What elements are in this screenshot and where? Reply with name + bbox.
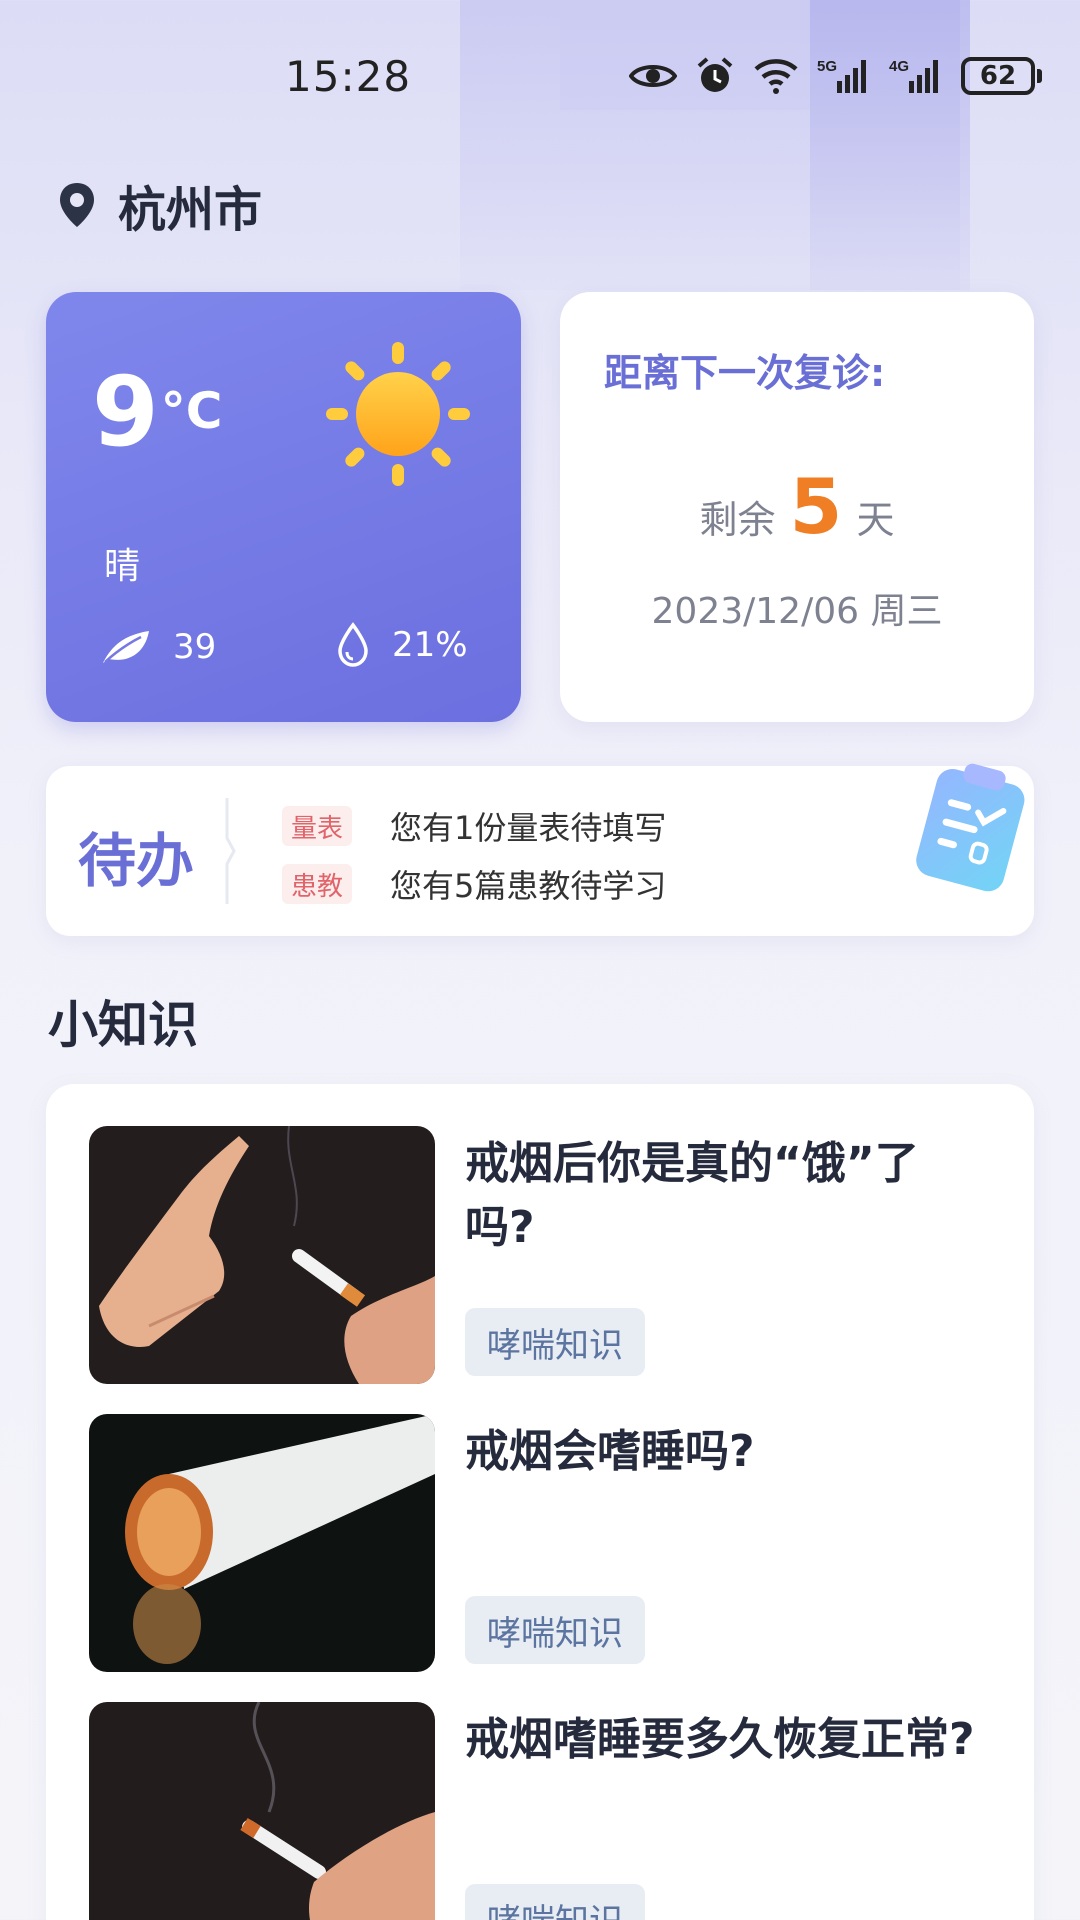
article-thumbnail bbox=[89, 1126, 435, 1384]
signal-4g-icon: 4G bbox=[889, 58, 938, 93]
temperature: 9 °C bbox=[92, 364, 223, 460]
status-bar: 15:28 5G 4G 62 bbox=[0, 0, 1080, 160]
article-tag[interactable]: 哮喘知识 bbox=[465, 1596, 645, 1664]
article-title: 戒烟会嗜睡吗? bbox=[465, 1426, 755, 1477]
svg-text:4G: 4G bbox=[889, 58, 909, 75]
article-tag[interactable]: 哮喘知识 bbox=[465, 1308, 645, 1376]
weather-card[interactable]: 9 °C 晴 39 21% bbox=[46, 292, 521, 722]
aqi-value: 39 bbox=[173, 627, 217, 667]
air-quality: 39 bbox=[101, 627, 216, 667]
todo-card[interactable]: 待办 量表 您有1份量表待填写 患教 您有5篇患教待学习 bbox=[46, 763, 1034, 936]
article-item[interactable]: 戒烟会嗜睡吗? 哮喘知识 bbox=[89, 1414, 994, 1672]
todo-title: 待办 bbox=[78, 827, 195, 895]
knowledge-list: 戒烟后你是真的“饿”了吗? 哮喘知识 戒烟会嗜睡吗? 哮喘知识 戒烟嗜睡要多久恢… bbox=[46, 1084, 1034, 1920]
wifi-icon bbox=[754, 59, 798, 94]
location-pin-icon bbox=[60, 183, 94, 227]
temperature-unit: °C bbox=[160, 382, 223, 440]
article-thumbnail bbox=[89, 1414, 435, 1672]
remain-suffix: 天 bbox=[856, 498, 895, 542]
location-selector[interactable]: 杭州市 bbox=[58, 170, 262, 240]
weather-condition: 晴 bbox=[104, 546, 141, 587]
remaining-days: 剩余 5 天 bbox=[560, 462, 1034, 551]
clipboard-icon bbox=[916, 763, 1025, 892]
leaf-icon bbox=[103, 631, 149, 663]
humidity: 21% bbox=[336, 622, 468, 668]
svg-text:5G: 5G bbox=[817, 58, 837, 75]
article-title: 戒烟嗜睡要多久恢复正常? bbox=[465, 1714, 975, 1765]
article-item[interactable]: 戒烟后你是真的“饿”了吗? 哮喘知识 bbox=[89, 1126, 994, 1384]
article-tag[interactable]: 哮喘知识 bbox=[465, 1884, 645, 1920]
status-time: 15:28 bbox=[285, 52, 412, 101]
battery-level: 62 bbox=[961, 57, 1035, 95]
section-title-knowledge: 小知识 bbox=[48, 996, 198, 1054]
todo-tag: 量表 bbox=[282, 806, 352, 846]
status-icons: 5G 4G 62 bbox=[629, 56, 1042, 96]
article-title: 戒烟后你是真的“饿”了吗? bbox=[465, 1138, 919, 1253]
todo-tag: 患教 bbox=[282, 864, 352, 904]
temperature-value: 9 bbox=[92, 356, 159, 468]
revisit-date: 2023/12/06 周三 bbox=[651, 591, 943, 632]
revisit-title: 距离下一次复诊: bbox=[604, 351, 886, 395]
signal-5g-icon: 5G bbox=[817, 58, 866, 93]
alarm-icon bbox=[697, 57, 733, 92]
remain-prefix: 剩余 bbox=[699, 498, 776, 542]
water-drop-icon bbox=[338, 622, 368, 667]
revisit-card[interactable]: 距离下一次复诊: 剩余 5 天 2023/12/06 周三 bbox=[560, 292, 1034, 722]
eye-icon bbox=[629, 65, 677, 87]
todo-text: 您有1份量表待填写 bbox=[390, 809, 667, 847]
city-name: 杭州市 bbox=[118, 182, 263, 238]
todo-text: 您有5篇患教待学习 bbox=[390, 867, 667, 905]
humidity-value: 21% bbox=[392, 625, 468, 665]
sun-icon bbox=[326, 342, 470, 486]
todo-item-education[interactable]: 患教 您有5篇患教待学习 bbox=[282, 856, 666, 912]
article-item[interactable]: 戒烟嗜睡要多久恢复正常? 哮喘知识 bbox=[89, 1702, 994, 1920]
divider bbox=[225, 798, 236, 904]
article-thumbnail bbox=[89, 1702, 435, 1920]
battery-indicator: 62 bbox=[961, 57, 1042, 95]
todo-list: 量表 您有1份量表待填写 患教 您有5篇患教待学习 bbox=[282, 798, 666, 914]
remain-days-number: 5 bbox=[789, 462, 843, 551]
todo-item-scale[interactable]: 量表 您有1份量表待填写 bbox=[282, 798, 666, 854]
